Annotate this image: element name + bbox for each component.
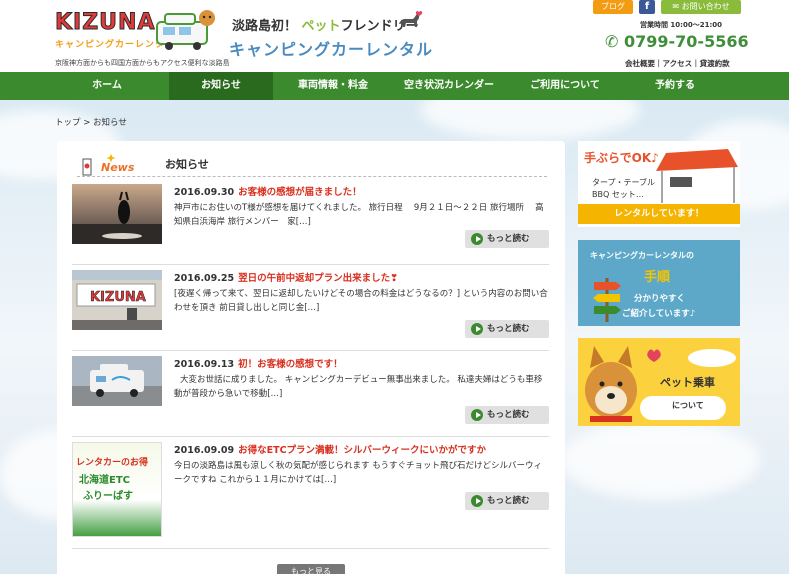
- post-thumbnail[interactable]: レンタカーのお得 北海道ETC ふりーぱす: [72, 442, 162, 537]
- catchphrase-prefix: 淡路島初！: [232, 19, 298, 34]
- read-more-label: もっと読む: [487, 234, 530, 244]
- play-icon: [471, 323, 483, 335]
- heart-icon: [647, 349, 736, 367]
- read-more-button[interactable]: もっと読む: [465, 492, 549, 510]
- catchphrase-pet: ペット: [301, 19, 341, 34]
- header-title: キャンピングカーレンタル: [229, 40, 434, 59]
- nav-calendar[interactable]: 空き状況カレンダー: [393, 72, 505, 100]
- post-excerpt: 神戸市にお住いのT様が感想を届けてくれました。 旅行日程 9月２１日～２２日 旅…: [174, 203, 544, 227]
- header-sublinks[interactable]: 会社概要｜アクセス｜貸渡約款: [625, 58, 730, 69]
- post-thumbnail[interactable]: KIZUNA: [72, 270, 162, 330]
- pet-line1: ペット乗車: [660, 376, 715, 389]
- header-catchphrase: 淡路島初！ ペットフレンドリー: [232, 15, 419, 34]
- post-date-line: 2016.09.30 お客様の感想が届きました！: [174, 184, 362, 198]
- signpost-icon: [593, 278, 621, 322]
- thumb-text: 北海道ETC: [79, 475, 130, 486]
- contact-label: お問い合わせ: [681, 2, 730, 11]
- thumb-text: ふりーぱす: [83, 491, 133, 502]
- post-date-line: 2016.09.09 お得なETCプラン満載！シルバーウィークにいかがですか: [174, 442, 486, 456]
- phone-label: 0799-70-5566: [623, 32, 749, 51]
- news-badge-label: News: [101, 161, 135, 174]
- post-excerpt: 大変お世話に成りました。 キャンピングカーデビュー無事出来ました。 私達夫婦はど…: [174, 375, 543, 399]
- read-more-label: もっと読む: [487, 324, 530, 334]
- post-date: 2016.09.09: [174, 445, 235, 456]
- site-header: KIZUNA キャンピングカーレンタル 京阪神方面からも四国方面からもアクセス便…: [0, 0, 789, 72]
- play-icon: [471, 495, 483, 507]
- post-thumbnail[interactable]: [72, 356, 162, 406]
- facebook-icon[interactable]: f: [639, 0, 655, 14]
- bbq-band: レンタルしています！: [578, 204, 740, 224]
- post-date: 2016.09.13: [174, 359, 235, 370]
- bbq-line2: タープ・テーブル: [592, 178, 656, 187]
- read-more-button[interactable]: もっと読む: [465, 230, 549, 248]
- tagline: 京阪神方面からも四国方面からもアクセス便利な淡路島: [55, 59, 230, 67]
- site-logo[interactable]: KIZUNA キャンピングカーレンタル: [55, 8, 220, 54]
- post-excerpt: 今日の淡路島は風も涼しく秋の気配が感じられます もうすぐチョット飛び石だけどシル…: [174, 461, 542, 485]
- news-heading: お知らせ: [165, 158, 209, 171]
- camper-van-icon: [156, 10, 215, 50]
- play-icon: [471, 409, 483, 421]
- bbq-rental-banner[interactable]: 手ぶらでOK♪ タープ・テーブル BBQ セット… レンタルしています！: [578, 141, 740, 227]
- post-title-link[interactable]: 初！お客様の感想です！: [238, 359, 343, 370]
- news-header: News お知らせ: [77, 151, 547, 177]
- play-icon: [471, 233, 483, 245]
- news-post: KIZUNA 2016.09.25 翌日の午前中返却プラン出来ました❣ [夜遅く帰…: [72, 267, 549, 351]
- post-title-link[interactable]: 翌日の午前中返却プラン出来ました❣: [238, 273, 398, 284]
- bbq-headline: 手ぶらでOK♪: [584, 151, 659, 165]
- read-more-button[interactable]: もっと読む: [465, 320, 549, 338]
- shiba-dog-icon: [578, 338, 644, 426]
- logo-text: KIZUNA: [55, 10, 156, 36]
- contact-button[interactable]: ✉ お問い合わせ: [661, 0, 741, 14]
- business-hours: 営業時間 10:00～21:00: [640, 21, 723, 29]
- nav-news[interactable]: お知らせ: [169, 72, 273, 100]
- nav-vehicles[interactable]: 車両情報・料金: [283, 72, 383, 100]
- breadcrumb[interactable]: トップ > お知らせ: [55, 116, 127, 128]
- phone-number[interactable]: ✆ 0799-70-5566: [605, 32, 749, 51]
- read-more-button[interactable]: もっと読む: [465, 406, 549, 424]
- thumb-text: レンタカーのお得: [76, 458, 149, 468]
- post-date: 2016.09.30: [174, 187, 235, 198]
- post-title-link[interactable]: お客様の感想が届きました！: [238, 187, 362, 198]
- blog-button[interactable]: ブログ: [593, 0, 633, 14]
- news-panel: News お知らせ 2016.09.30 お客様の感想が届きました！ 神戸市にお住…: [57, 141, 565, 574]
- phone-icon: ✆: [605, 32, 619, 51]
- steps-line2: 手順: [644, 270, 671, 285]
- dog-icon: [399, 11, 423, 27]
- main-nav: ホーム お知らせ 車両情報・料金 空き状況カレンダー ご利用について 予約する: [0, 72, 789, 100]
- news-post: 2016.09.13 初！お客様の感想です！ 大変お世話に成りました。 キャンピン…: [72, 353, 549, 437]
- steps-line4: ご紹介しています♪: [622, 309, 696, 319]
- read-more-label: もっと読む: [487, 410, 530, 420]
- show-more-button[interactable]: もっと見る: [277, 564, 345, 574]
- post-excerpt: [夜遅く帰って来て、翌日に返却したいけどその場合の料金はどうなるの？] という内…: [174, 289, 548, 313]
- post-title-link[interactable]: お得なETCプラン満載！シルバーウィークにいかがですか: [238, 445, 486, 456]
- pet-info-banner[interactable]: ペット乗車 について: [578, 338, 740, 426]
- post-thumbnail[interactable]: [72, 184, 162, 244]
- svg-text:KIZUNA: KIZUNA: [90, 290, 146, 305]
- nav-usage[interactable]: ご利用について: [515, 72, 615, 100]
- rental-steps-banner[interactable]: キャンピングカーレンタルの 手順 分かりやすく ご紹介しています♪: [578, 240, 740, 326]
- post-date-line: 2016.09.13 初！お客様の感想です！: [174, 356, 343, 370]
- post-date-line: 2016.09.25 翌日の午前中返却プラン出来ました❣: [174, 270, 398, 284]
- pet-line2: について: [672, 401, 704, 410]
- news-post: レンタカーのお得 北海道ETC ふりーぱす 2016.09.09 お得なETCプラ…: [72, 439, 549, 549]
- news-post: 2016.09.30 お客様の感想が届きました！ 神戸市にお住いのT様が感想を届け…: [72, 181, 549, 265]
- bbq-line3: BBQ セット…: [592, 190, 644, 199]
- nav-reserve[interactable]: 予約する: [622, 72, 728, 100]
- steps-line3: 分かりやすく: [634, 294, 686, 304]
- nav-home[interactable]: ホーム: [52, 72, 162, 100]
- post-date: 2016.09.25: [174, 273, 235, 284]
- read-more-label: もっと読む: [487, 496, 530, 506]
- steps-line1: キャンピングカーレンタルの: [590, 251, 694, 260]
